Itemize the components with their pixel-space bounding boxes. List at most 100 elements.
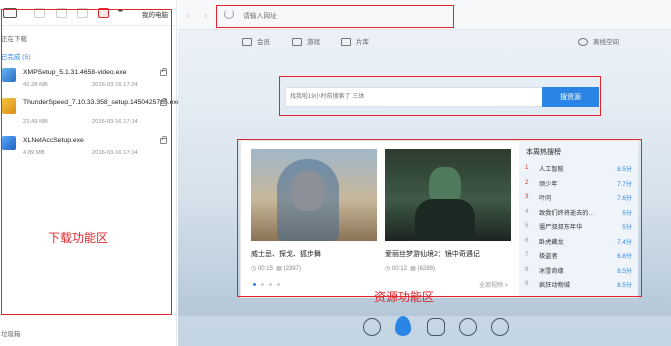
hot-score: 7.7分 bbox=[617, 180, 632, 188]
completed-section-label[interactable]: 已完成 (5) bbox=[1, 51, 30, 61]
hot-score: 5分 bbox=[622, 224, 632, 231]
video-title[interactable]: 威士忌、探戈、狐步舞 bbox=[251, 249, 321, 259]
hot-score: 7.6分 bbox=[617, 195, 632, 202]
download-item[interactable]: XLNetAccSetup.exe 4.89 MB 2016-03-16 17:… bbox=[0, 136, 175, 162]
headscarf-shape bbox=[277, 159, 339, 241]
resource-area-annotation: 资源功能区 bbox=[374, 290, 435, 304]
bottom-navigation bbox=[363, 314, 513, 342]
hot-title: 人工智能 bbox=[539, 166, 564, 173]
hot-score: 8.5分 bbox=[617, 267, 632, 275]
xmp-icon bbox=[2, 68, 16, 82]
hot-score: 5分 bbox=[622, 209, 632, 217]
hot-title: 卧虎藏龙 bbox=[539, 238, 564, 246]
more-icon[interactable]: ••• bbox=[118, 8, 123, 15]
open-folder-icon[interactable] bbox=[160, 136, 167, 144]
hot-rank: 1 bbox=[525, 164, 529, 171]
crown-icon bbox=[242, 38, 252, 47]
video-meta: ◷ 00:15 ▤ (2397) bbox=[251, 266, 301, 272]
delete-icon[interactable] bbox=[77, 8, 88, 18]
video-meta: ◷ 00:12 ▤ (6288) bbox=[385, 266, 435, 272]
my-computer-label[interactable]: 我的电脑 bbox=[142, 9, 168, 19]
downloading-section-label[interactable]: 正在下载 bbox=[1, 33, 27, 43]
resource-search: 搜资源 bbox=[285, 87, 599, 107]
forward-icon[interactable]: › bbox=[204, 10, 207, 21]
address-input[interactable] bbox=[243, 10, 443, 22]
resource-content: 威士忌、探戈、狐步舞 ◷ 00:15 ▤ (2397) 爱丽丝梦游仙境2：镜中奇… bbox=[240, 140, 638, 298]
video-title[interactable]: 爱丽丝梦游仙境2：镜中奇遇记 bbox=[385, 249, 480, 259]
gamepad-icon[interactable] bbox=[427, 318, 445, 336]
hot-score: 8.5分 bbox=[617, 282, 632, 289]
address-bar: ‹ › bbox=[178, 0, 671, 30]
hot-title: 致我们终将逝去的… bbox=[539, 209, 595, 217]
download-date: 2016-03-16 17:14 bbox=[92, 150, 138, 156]
hot-rank: 6 bbox=[525, 236, 529, 244]
new-task-icon[interactable] bbox=[3, 8, 17, 18]
hot-title: 疯狂动物城 bbox=[539, 282, 570, 289]
browser-icon[interactable] bbox=[363, 318, 381, 336]
download-item[interactable]: XMPSetup_5.1.31.4658-video.exe 42.28 MB … bbox=[0, 68, 175, 94]
pause-icon[interactable] bbox=[56, 8, 67, 18]
xlnetacc-icon bbox=[2, 136, 16, 150]
hot-list-title: 本周热搜榜 bbox=[526, 149, 561, 156]
hot-rank: 4 bbox=[525, 207, 529, 215]
nav-link-offline-space[interactable]: 离线空间 bbox=[578, 36, 619, 47]
download-filename: ThunderSpeed_7.10.33.358_setup.145042578… bbox=[23, 99, 181, 106]
hot-flame-icon[interactable] bbox=[395, 316, 411, 336]
cloud-icon bbox=[578, 38, 588, 47]
download-panel: ••• 我的电脑 正在下载 已完成 (5) XMPSetup_5.1.31.46… bbox=[0, 0, 181, 346]
vip-icon[interactable] bbox=[98, 8, 109, 18]
back-icon[interactable]: ‹ bbox=[186, 10, 189, 21]
download-item[interactable]: ThunderSpeed_7.10.33.358_setup.145042578… bbox=[0, 98, 181, 132]
carousel-dot[interactable] bbox=[277, 283, 280, 286]
start-icon[interactable] bbox=[34, 8, 45, 18]
hot-rank: 5 bbox=[525, 222, 529, 229]
carousel-dot[interactable] bbox=[261, 283, 264, 286]
hot-score: 8.5分 bbox=[617, 166, 632, 173]
costume-shape bbox=[415, 199, 475, 241]
hot-title: 叶问 bbox=[539, 195, 552, 202]
download-filename: XMPSetup_5.1.31.4658-video.exe bbox=[23, 69, 127, 76]
hot-title: 冰雪奇缘 bbox=[539, 267, 564, 275]
hot-title: 极盗者 bbox=[539, 253, 558, 260]
hot-rank: 7 bbox=[525, 251, 529, 258]
film-icon bbox=[341, 38, 351, 47]
nav-link-games[interactable]: 游戏 bbox=[292, 36, 320, 47]
download-area-annotation: 下载功能区 bbox=[48, 231, 109, 245]
download-date: 2016-03-16 17:24 bbox=[92, 82, 138, 88]
hot-rank: 8 bbox=[525, 265, 529, 273]
open-folder-icon[interactable] bbox=[160, 68, 167, 76]
hot-rank: 9 bbox=[525, 280, 529, 287]
eye-icon[interactable] bbox=[491, 318, 509, 336]
download-size: 42.28 MB bbox=[23, 82, 48, 88]
video-card[interactable]: 威士忌、探戈、狐步舞 ◷ 00:15 ▤ (2397) bbox=[251, 149, 377, 272]
download-size: 23.49 MB bbox=[23, 119, 48, 125]
hot-title: 顽少年 bbox=[539, 180, 558, 188]
hot-title: 僵尸叔叔东年华 bbox=[539, 224, 583, 231]
hot-score: 7.4分 bbox=[617, 238, 632, 246]
thunder-icon bbox=[2, 98, 16, 114]
flower-icon[interactable] bbox=[459, 318, 477, 336]
all-videos-link[interactable]: 全部视频 > bbox=[479, 280, 508, 289]
download-filename: XLNetAccSetup.exe bbox=[23, 137, 84, 144]
download-date: 2016-03-16 17:14 bbox=[92, 119, 138, 125]
video-card[interactable]: 爱丽丝梦游仙境2：镜中奇遇记 ◷ 00:12 ▤ (6288) bbox=[385, 149, 511, 272]
download-toolbar: ••• 我的电脑 bbox=[0, 0, 177, 26]
trash-label[interactable]: 垃圾箱 bbox=[1, 328, 21, 338]
nav-link-library[interactable]: 片库 bbox=[341, 36, 369, 47]
search-input[interactable] bbox=[286, 88, 544, 106]
carousel-dots[interactable] bbox=[253, 281, 285, 288]
search-button[interactable]: 搜资源 bbox=[542, 87, 599, 107]
carousel-dot[interactable] bbox=[269, 283, 272, 286]
carousel-dot[interactable] bbox=[253, 283, 256, 286]
video-thumbnail[interactable] bbox=[251, 149, 377, 241]
refresh-icon[interactable] bbox=[224, 9, 234, 19]
hot-score: 6.8分 bbox=[617, 253, 632, 260]
video-thumbnail[interactable] bbox=[385, 149, 511, 241]
nav-link-vip[interactable]: 会员 bbox=[242, 36, 270, 47]
browser-panel: ‹ › 会员 游戏 片库 离线空间 搜资源 威士忌、探戈、狐步舞 ◷ 00:15… bbox=[178, 0, 671, 346]
hot-rank: 3 bbox=[525, 193, 529, 200]
download-size: 4.89 MB bbox=[23, 150, 45, 156]
open-folder-icon[interactable] bbox=[160, 98, 167, 106]
hot-search-list: 本周热搜榜 1 人工智能 8.5分 2 顽少年 7.7分 3 叶问 7.6分 4 致我们终将逝去的…… bbox=[519, 141, 638, 297]
hot-rank: 2 bbox=[525, 178, 529, 186]
